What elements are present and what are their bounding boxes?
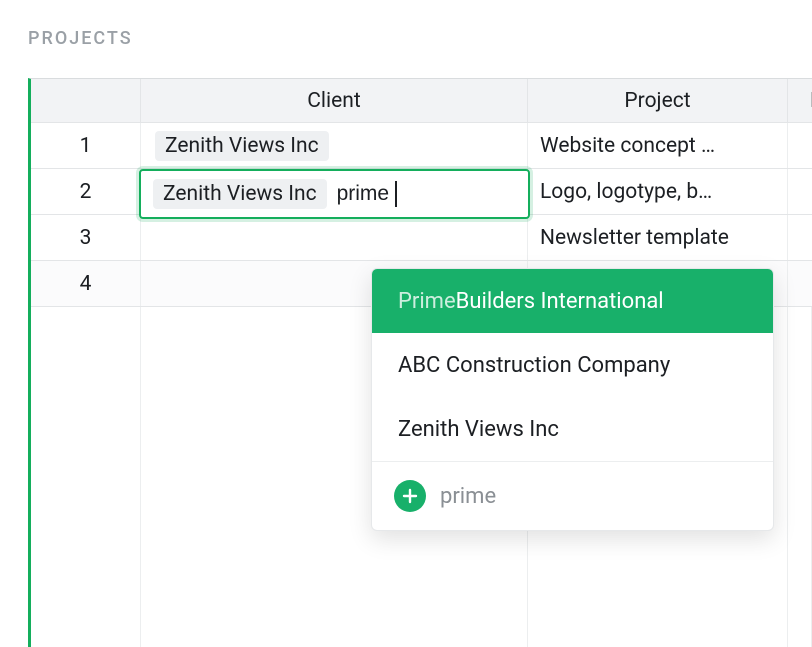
client-cell[interactable] xyxy=(141,215,528,260)
column-header-project[interactable]: Project xyxy=(528,79,788,122)
section-label: PROJECTS xyxy=(0,0,812,67)
row-number: 1 xyxy=(31,123,141,168)
plus-icon xyxy=(394,480,426,512)
client-tag: Zenith Views Inc xyxy=(155,131,329,161)
dropdown-add-label: prime xyxy=(440,484,496,509)
column-header-client[interactable]: Client xyxy=(141,79,528,122)
extra-cell[interactable] xyxy=(788,215,812,260)
dropdown-option-rest: Builders International xyxy=(456,289,664,314)
dropdown-add-new[interactable]: prime xyxy=(372,462,773,530)
table-row: 1 Zenith Views Inc Website concept … xyxy=(31,123,812,169)
project-cell[interactable]: Logo, logotype, b… xyxy=(528,169,788,214)
table-row: 3 Newsletter template xyxy=(31,215,812,261)
table-header-row: Client Project H xyxy=(31,79,812,123)
column-header-extra[interactable]: H xyxy=(788,79,812,122)
extra-cell[interactable] xyxy=(788,261,812,306)
client-input[interactable] xyxy=(337,181,397,207)
project-cell[interactable]: Newsletter template xyxy=(528,215,788,260)
client-cell-editing[interactable]: Zenith Views Inc xyxy=(139,169,530,219)
dropdown-option[interactable]: Prime Builders International xyxy=(372,269,773,333)
extra-cell[interactable] xyxy=(788,123,812,168)
row-number: 4 xyxy=(31,261,141,306)
dropdown-option[interactable]: ABC Construction Company xyxy=(372,333,773,397)
dropdown-option-match: Prime xyxy=(398,289,456,314)
row-number: 3 xyxy=(31,215,141,260)
autocomplete-dropdown: Prime Builders International ABC Constru… xyxy=(371,268,774,531)
dropdown-option[interactable]: Zenith Views Inc xyxy=(372,397,773,461)
row-number-header xyxy=(31,79,141,122)
project-cell[interactable]: Website concept … xyxy=(528,123,788,168)
extra-cell[interactable] xyxy=(788,169,812,214)
client-cell[interactable]: Zenith Views Inc xyxy=(141,123,528,168)
client-tag[interactable]: Zenith Views Inc xyxy=(153,179,327,209)
row-number: 2 xyxy=(31,169,141,214)
